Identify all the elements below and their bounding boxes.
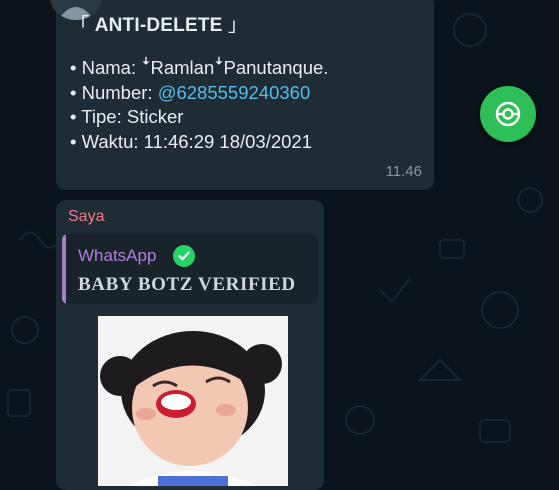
number-line: • Number: @6285559240360 <box>70 81 311 103</box>
waktu-line: • Waktu: 11:46:29 18/03/2021 <box>70 130 313 152</box>
message-body: • Nama: ꜜRamlanꜜPanutanque. • Number: @6… <box>70 56 328 154</box>
quoted-text: BABY BOTZ VERIFIED <box>78 274 296 295</box>
sender-name: Saya <box>68 208 105 225</box>
reply-message[interactable]: Saya WhatsApp BABY BOTZ VERIFIED <box>56 200 324 490</box>
scroll-down-icon <box>495 101 521 127</box>
quote-accent-bar <box>62 234 66 304</box>
quoted-sender-name: WhatsApp <box>78 246 157 265</box>
nama-line: • Nama: ꜜRamlanꜜPanutanque. <box>70 57 329 78</box>
scroll-down-button[interactable] <box>480 86 536 142</box>
anti-delete-message[interactable]: 「 ANTI-DELETE 」 • Nama: ꜜRamlanꜜPanutanq… <box>50 0 434 190</box>
quoted-message[interactable]: WhatsApp BABY BOTZ VERIFIED <box>62 234 318 304</box>
phone-number-link[interactable]: @6285559240360 <box>158 82 311 103</box>
tipe-line: • Tipe: Sticker <box>70 106 184 127</box>
message-time: 11.46 <box>385 163 422 180</box>
sticker-image[interactable] <box>98 316 288 486</box>
message-title: 「 ANTI-DELETE 」 <box>70 15 248 36</box>
verified-check-icon <box>173 245 195 267</box>
